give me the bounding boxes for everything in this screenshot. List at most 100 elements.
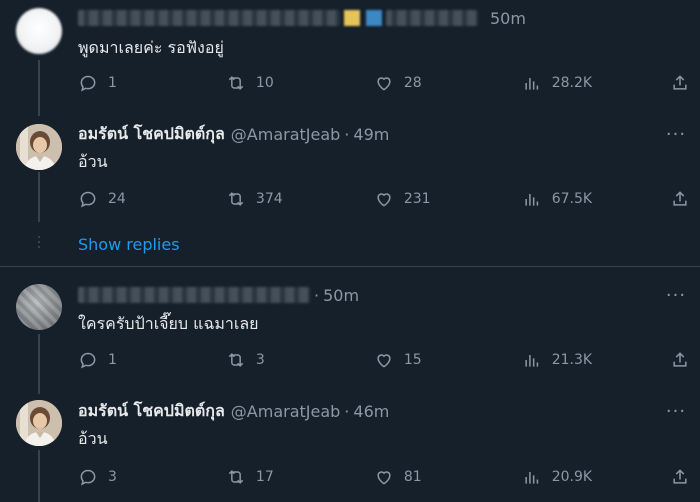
reply-count: 1 bbox=[108, 352, 117, 368]
retweet-count: 3 bbox=[255, 352, 265, 368]
tweet-text: พูดมาเลยค่ะ รอฟังอยู่ bbox=[78, 38, 224, 57]
share-icon bbox=[673, 352, 687, 367]
reply-icon bbox=[80, 75, 96, 92]
separator: · bbox=[344, 401, 350, 421]
views-icon bbox=[525, 78, 538, 90]
blurred-emoji bbox=[344, 10, 360, 26]
share-icon bbox=[673, 469, 687, 484]
more-button[interactable]: ··· bbox=[664, 283, 688, 307]
separator: · bbox=[344, 124, 350, 144]
retweet-icon bbox=[228, 76, 244, 90]
divider bbox=[0, 266, 700, 267]
heart-icon bbox=[377, 354, 391, 368]
like-count: 15 bbox=[403, 352, 422, 368]
tweet-actions: 1 10 28 28.2K bbox=[78, 71, 690, 95]
reply-icon bbox=[80, 469, 96, 486]
reply-button[interactable]: 1 bbox=[78, 73, 148, 93]
retweet-count: 10 bbox=[255, 75, 274, 91]
avatar[interactable] bbox=[16, 284, 62, 330]
tweet-header: · 50m bbox=[78, 283, 359, 307]
tweet-text: อ้วน bbox=[78, 152, 108, 171]
views-count: 28.2K bbox=[551, 75, 593, 91]
user-handle[interactable]: @AmaratJeab bbox=[231, 125, 341, 144]
views-button[interactable]: 28.2K bbox=[522, 73, 592, 93]
heart-icon bbox=[377, 471, 391, 485]
retweet-count: 374 bbox=[255, 191, 283, 207]
retweet-count: 17 bbox=[255, 469, 274, 485]
blurred-user-name[interactable] bbox=[78, 10, 340, 26]
thread-line bbox=[38, 60, 40, 116]
tweet-actions: 3 17 81 20.9K bbox=[78, 465, 690, 489]
share-button[interactable] bbox=[670, 189, 690, 209]
user-name[interactable]: อมรัตน์ โชคปมิตต์กุล bbox=[78, 399, 225, 424]
avatar[interactable] bbox=[16, 400, 62, 446]
like-count: 81 bbox=[403, 469, 422, 485]
views-button[interactable]: 67.5K bbox=[522, 189, 592, 209]
retweet-icon bbox=[228, 470, 244, 484]
like-button[interactable]: 15 bbox=[374, 350, 444, 370]
tweet-actions: 1 3 15 21.3K bbox=[78, 348, 690, 372]
views-count: 21.3K bbox=[551, 352, 593, 368]
views-icon bbox=[525, 472, 538, 484]
more-button[interactable]: ··· bbox=[664, 399, 688, 423]
tweet-actions: 24 374 231 67.5K bbox=[78, 187, 690, 211]
heart-icon bbox=[377, 193, 391, 207]
tweet-text: อ้วน bbox=[78, 429, 108, 448]
retweet-icon bbox=[228, 353, 244, 367]
share-icon bbox=[673, 75, 687, 90]
thread-line bbox=[38, 450, 40, 502]
views-icon bbox=[525, 355, 538, 367]
tweet-time[interactable]: 49m bbox=[353, 125, 389, 144]
share-button[interactable] bbox=[670, 350, 690, 370]
views-count: 67.5K bbox=[551, 191, 593, 207]
like-count: 28 bbox=[403, 75, 422, 91]
more-button[interactable]: ··· bbox=[664, 122, 688, 146]
retweet-icon bbox=[228, 192, 244, 206]
share-button[interactable] bbox=[670, 467, 690, 487]
tweet-header: อมรัตน์ โชคปมิตต์กุล @AmaratJeab · 49m bbox=[78, 122, 389, 146]
thread-line bbox=[38, 334, 40, 394]
share-button[interactable] bbox=[670, 73, 690, 93]
share-icon bbox=[673, 191, 687, 206]
user-handle[interactable]: @AmaratJeab bbox=[231, 402, 341, 421]
tweet-time[interactable]: 50m bbox=[490, 9, 526, 28]
tweet-header: อมรัตน์ โชคปมิตต์กุล @AmaratJeab · 46m bbox=[78, 399, 389, 423]
thread-dots bbox=[38, 236, 40, 251]
profile-photo bbox=[16, 124, 62, 170]
retweet-button[interactable]: 3 bbox=[226, 350, 296, 370]
reply-count: 1 bbox=[108, 75, 117, 91]
avatar[interactable] bbox=[16, 8, 62, 54]
thread-line bbox=[38, 172, 40, 222]
views-button[interactable]: 21.3K bbox=[522, 350, 592, 370]
retweet-button[interactable]: 17 bbox=[226, 467, 296, 487]
like-count: 231 bbox=[403, 191, 431, 207]
views-count: 20.9K bbox=[551, 469, 593, 485]
like-button[interactable]: 81 bbox=[374, 467, 444, 487]
retweet-button[interactable]: 10 bbox=[226, 73, 296, 93]
blurred-handle[interactable] bbox=[386, 10, 478, 26]
reply-count: 24 bbox=[108, 191, 126, 207]
like-button[interactable]: 28 bbox=[374, 73, 444, 93]
views-icon bbox=[525, 194, 538, 206]
reply-button[interactable]: 1 bbox=[78, 350, 148, 370]
reply-icon bbox=[80, 352, 96, 369]
separator: · bbox=[314, 285, 320, 305]
tweet-time[interactable]: 50m bbox=[323, 286, 359, 305]
heart-icon bbox=[377, 77, 391, 91]
retweet-button[interactable]: 374 bbox=[226, 189, 296, 209]
avatar[interactable] bbox=[16, 124, 62, 170]
tweet-header: 50m bbox=[78, 6, 526, 30]
reply-icon bbox=[80, 191, 96, 208]
profile-photo bbox=[16, 400, 62, 446]
reply-button[interactable]: 24 bbox=[78, 189, 148, 209]
blurred-user-name[interactable] bbox=[78, 287, 310, 303]
like-button[interactable]: 231 bbox=[374, 189, 444, 209]
reply-count: 3 bbox=[108, 469, 117, 485]
views-button[interactable]: 20.9K bbox=[522, 467, 592, 487]
tweet-time[interactable]: 46m bbox=[353, 402, 389, 421]
reply-button[interactable]: 3 bbox=[78, 467, 148, 487]
tweet-text: ใครครับป้าเจี๊ยบ แฉมาเลย bbox=[78, 314, 259, 333]
blurred-emoji bbox=[366, 10, 382, 26]
user-name[interactable]: อมรัตน์ โชคปมิตต์กุล bbox=[78, 122, 225, 147]
show-replies-link[interactable]: Show replies bbox=[78, 235, 180, 254]
